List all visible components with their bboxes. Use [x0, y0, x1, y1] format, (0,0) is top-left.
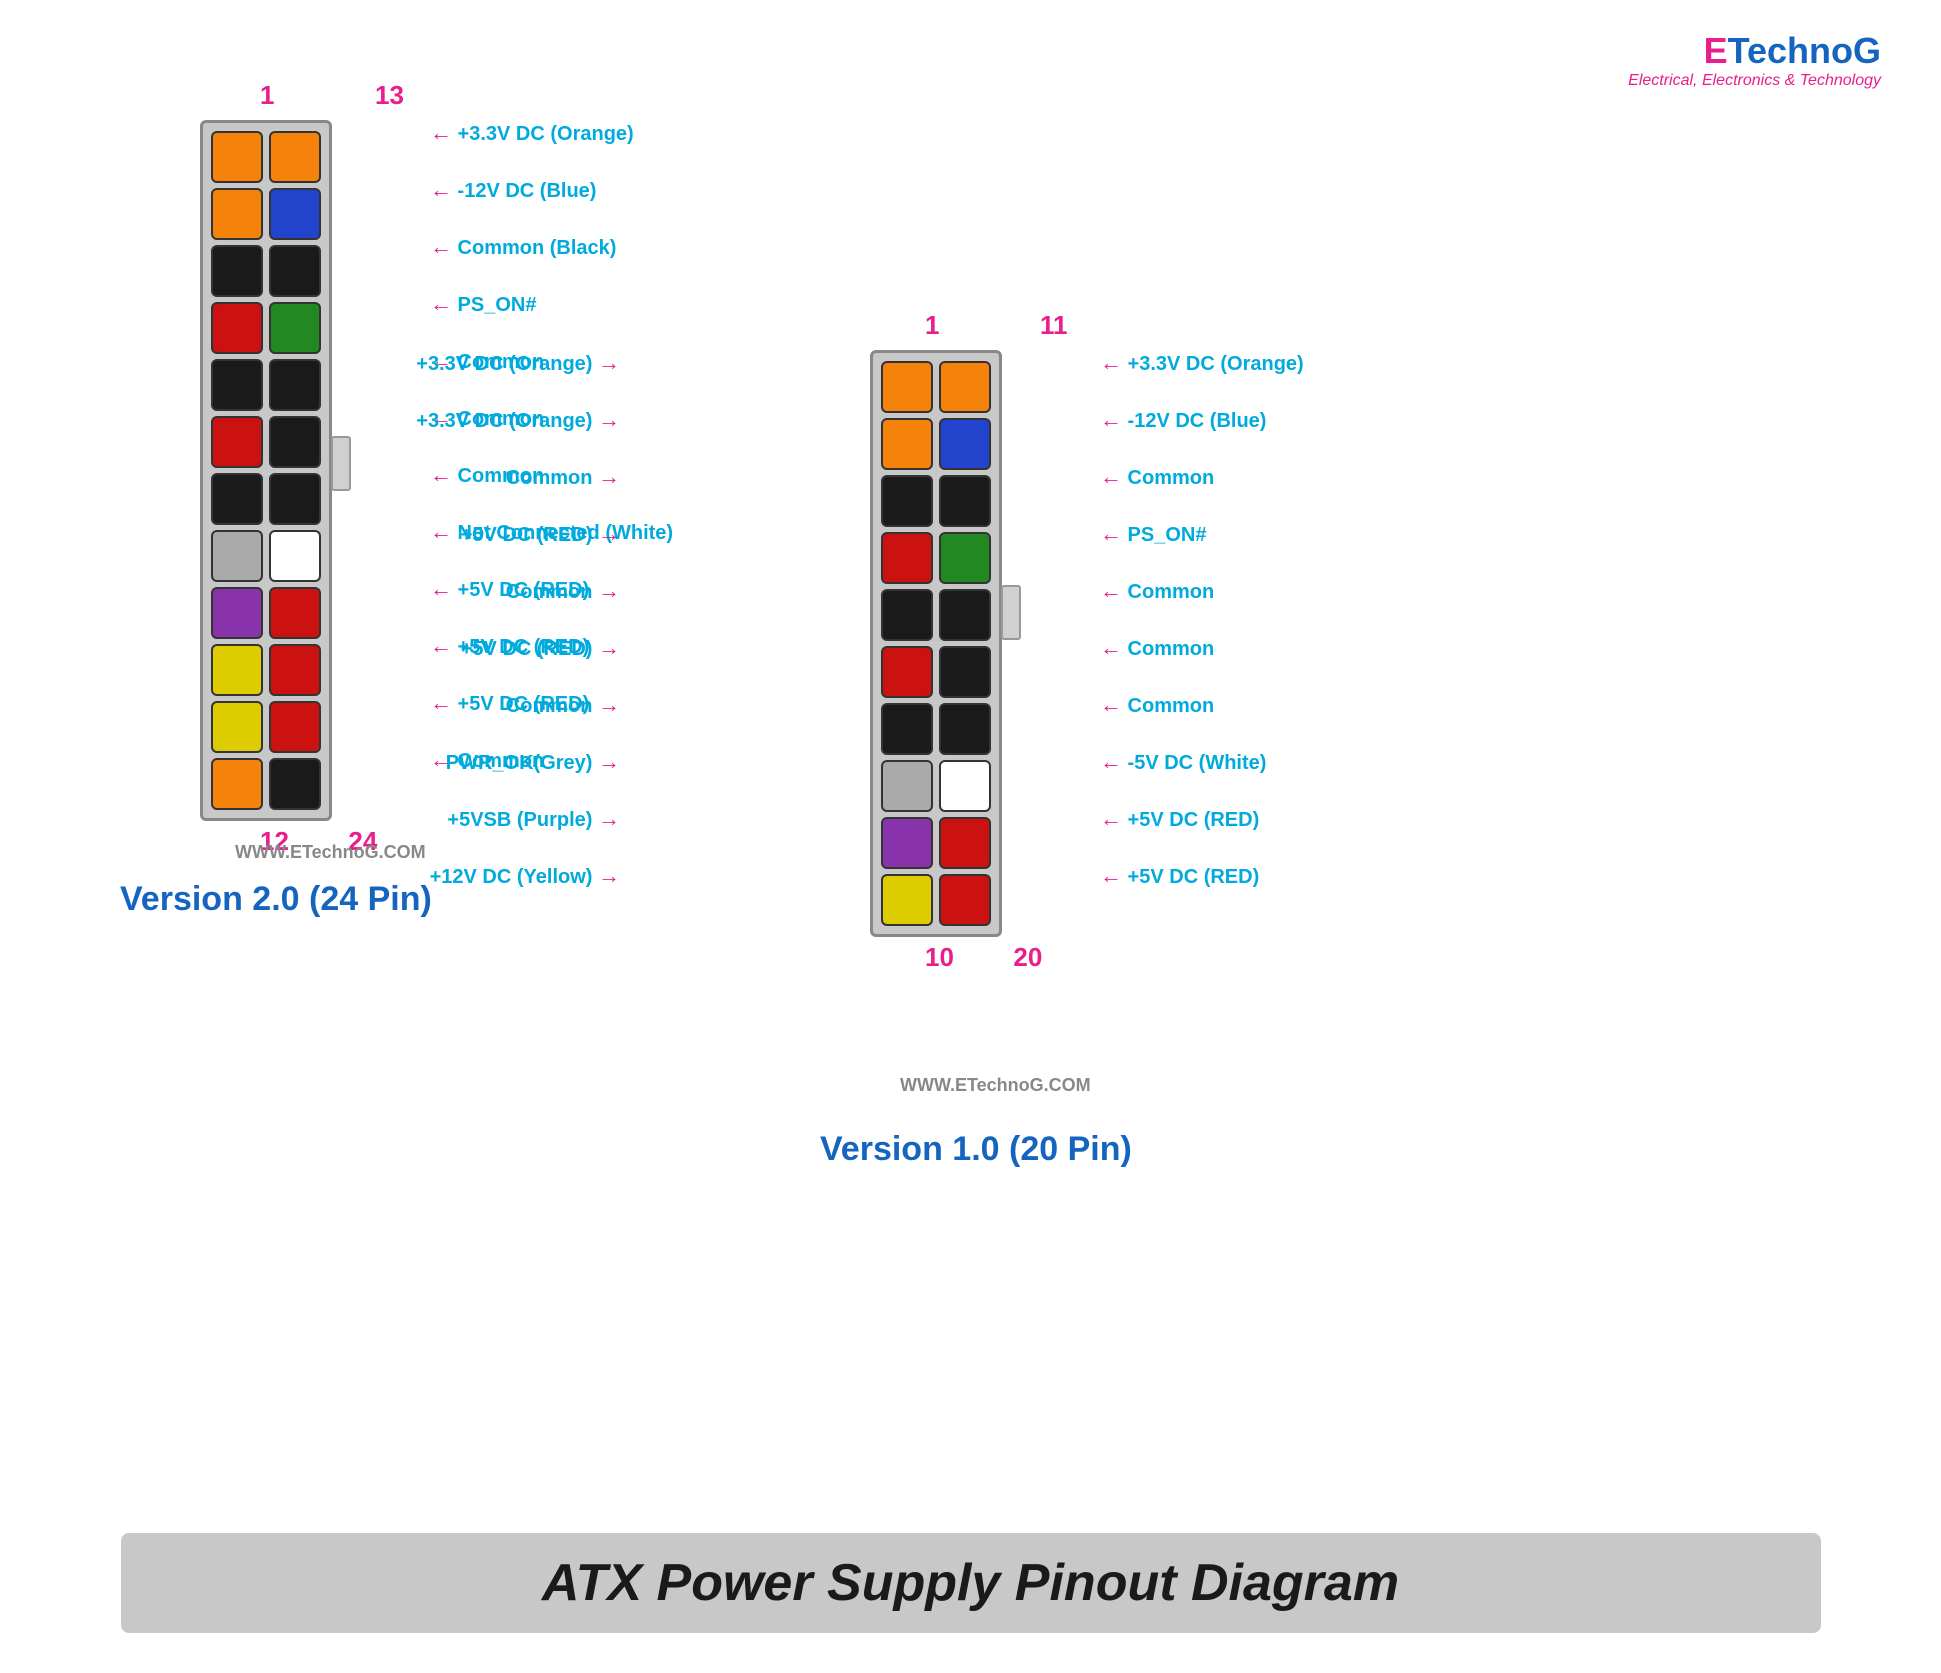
watermark-24: WWW.ETechnoG.COM — [235, 842, 426, 863]
pin-green — [939, 532, 991, 584]
watermark-20: WWW.ETechnoG.COM — [900, 1075, 1091, 1096]
pin-orange — [881, 418, 933, 470]
pin-label: ← PS_ON# — [1100, 521, 1206, 547]
pin-orange — [211, 131, 263, 183]
connector-20pin — [870, 350, 1002, 937]
logo-subtitle: Electrical, Electronics & Technology — [1628, 72, 1881, 90]
pin-label: ← +3.3V DC (Orange) — [430, 120, 634, 146]
version-20-label: Version 1.0 (20 Pin) — [820, 1130, 1132, 1169]
pin-num-13: 13 — [375, 80, 404, 111]
pin-red — [269, 701, 321, 753]
pin-orange — [939, 361, 991, 413]
pin-gray — [881, 760, 933, 812]
pin-orange — [269, 131, 321, 183]
pin-label: +5V DC (RED) → — [461, 635, 620, 661]
pin-blue — [939, 418, 991, 470]
pin-red — [211, 416, 263, 468]
pin-label: ← +5V DC (RED) — [1100, 863, 1259, 889]
left-col-20 — [881, 361, 933, 926]
pin-yellow — [211, 701, 263, 753]
pin-orange — [211, 758, 263, 810]
pin-num-20: 20 — [1013, 942, 1042, 973]
logo-technog: TechnoG — [1728, 30, 1881, 71]
pin-black — [211, 473, 263, 525]
pin-black — [939, 589, 991, 641]
pin-red — [269, 587, 321, 639]
pin-label: Common → — [506, 578, 620, 604]
pin-black — [269, 416, 321, 468]
pin-num-11-20: 11 — [1040, 310, 1068, 341]
pin-black — [269, 758, 321, 810]
pin-num-1-20: 1 — [925, 310, 939, 341]
pin-num-10: 10 — [925, 942, 954, 973]
pin-black — [269, 473, 321, 525]
pin-label: +5V DC (RED) → — [461, 521, 620, 547]
pin-label: ← PS_ON# — [430, 291, 536, 317]
pin-blue — [269, 188, 321, 240]
version-24-label: Version 2.0 (24 Pin) — [120, 880, 432, 919]
pin-black — [881, 475, 933, 527]
pin-black — [269, 245, 321, 297]
pin-label: ← +5V DC (RED) — [1100, 806, 1259, 832]
pin-label: ← +3.3V DC (Orange) — [1100, 350, 1304, 376]
pin-black — [881, 589, 933, 641]
bottom-title: ATX Power Supply Pinout Diagram — [121, 1533, 1821, 1633]
pin-purple — [211, 587, 263, 639]
pin-red — [211, 302, 263, 354]
pin-label: ← Common — [1100, 635, 1214, 661]
pin-label: ← Common — [1100, 692, 1214, 718]
pin-black — [211, 245, 263, 297]
pin-green — [269, 302, 321, 354]
right-col-24 — [269, 131, 321, 810]
pin-white — [269, 530, 321, 582]
pin-num-1: 1 — [260, 80, 274, 111]
pin-red — [269, 644, 321, 696]
pin-red — [939, 817, 991, 869]
pin-gray — [211, 530, 263, 582]
pin-label: ← Common (Black) — [430, 234, 616, 260]
pin-red — [881, 646, 933, 698]
connector-24pin — [200, 120, 332, 821]
pin-label: PWR_OK(Grey) → — [446, 749, 620, 775]
pin-orange — [881, 361, 933, 413]
pin-label: +12V DC (Yellow) → — [430, 863, 620, 889]
pin-black — [939, 475, 991, 527]
logo-e: E — [1704, 30, 1728, 71]
connector-notch — [331, 436, 351, 491]
pin-label: ← -5V DC (White) — [1100, 749, 1266, 775]
pin-black — [939, 646, 991, 698]
pin-black — [939, 703, 991, 755]
pin-white — [939, 760, 991, 812]
logo: ETechnoG Electrical, Electronics & Techn… — [1628, 30, 1881, 90]
pin-label: ← Common — [1100, 578, 1214, 604]
pin-orange — [211, 188, 263, 240]
connector-notch-20 — [1001, 585, 1021, 640]
right-col-20 — [939, 361, 991, 926]
pin-label: Common → — [506, 692, 620, 718]
pin-black — [881, 703, 933, 755]
pin-purple — [881, 817, 933, 869]
pin-black — [269, 359, 321, 411]
pin-label: +3.3V DC (Orange) → — [416, 407, 620, 433]
pin-black — [211, 359, 263, 411]
pin-label: +3.3V DC (Orange) → — [416, 350, 620, 376]
left-col-24 — [211, 131, 263, 810]
pin-label: ← -12V DC (Blue) — [430, 177, 596, 203]
pin-label: +5VSB (Purple) → — [447, 806, 620, 832]
pin-label: ← Common — [1100, 464, 1214, 490]
pin-yellow — [211, 644, 263, 696]
pin-label: ← -12V DC (Blue) — [1100, 407, 1266, 433]
pin-label: Common → — [506, 464, 620, 490]
pin-red — [881, 532, 933, 584]
pin-red — [939, 874, 991, 926]
title-text: ATX Power Supply Pinout Diagram — [542, 1554, 1399, 1612]
pin-yellow — [881, 874, 933, 926]
